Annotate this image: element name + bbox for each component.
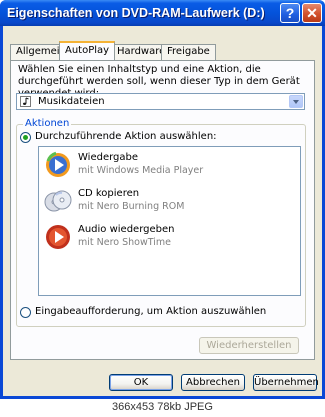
apply-button[interactable]: Übernehmen (253, 374, 319, 391)
action-title: Wiedergabe (78, 152, 139, 163)
cd-copy-icon (44, 190, 72, 212)
cancel-button[interactable]: Abbrechen (181, 374, 245, 391)
nero-showtime-icon (46, 225, 70, 249)
tab-autoplay[interactable]: AutoPlay (59, 41, 116, 60)
action-subtitle: mit Nero ShowTime (78, 237, 172, 248)
window-title: Eigenschaften von DVD-RAM-Laufwerk (D:) (7, 6, 265, 20)
action-title: Audio wiedergeben (78, 224, 175, 235)
content-type-value: Musikdateien (38, 96, 105, 107)
help-button[interactable]: ? (280, 3, 300, 23)
media-player-icon (46, 151, 70, 177)
action-item-wiedergabe[interactable]: Wiedergabe mit Windows Media Player (44, 151, 294, 181)
prompt-action-label[interactable]: Eingabeaufforderung, um Aktion auszuwähl… (35, 306, 266, 318)
chevron-down-icon[interactable] (289, 95, 303, 108)
music-file-icon (20, 96, 31, 107)
prompt-action-radio[interactable] (20, 307, 31, 318)
select-action-label[interactable]: Durchzuführende Aktion auswählen: (35, 131, 217, 143)
tab-freigabe[interactable]: Freigabe (161, 44, 216, 60)
actions-list[interactable]: Wiedergabe mit Windows Media Player CD k… (38, 146, 301, 296)
properties-dialog: Eigenschaften von DVD-RAM-Laufwerk (D:) … (0, 0, 325, 399)
action-item-cd-kopieren[interactable]: CD kopieren mit Nero Burning ROM (44, 187, 294, 217)
title-bar[interactable]: Eigenschaften von DVD-RAM-Laufwerk (D:) … (0, 0, 325, 26)
close-button[interactable]: ✕ (302, 3, 322, 23)
image-caption: 366x453 78kb JPEG (112, 401, 213, 413)
action-subtitle: mit Nero Burning ROM (78, 201, 185, 212)
image-caption-bar: 366x453 78kb JPEG (0, 399, 325, 417)
content-type-select[interactable]: Musikdateien (16, 93, 305, 110)
select-action-radio[interactable] (20, 132, 31, 143)
actions-group-label: Aktionen (23, 118, 72, 130)
ok-button[interactable]: OK (109, 374, 173, 391)
dialog-client-area: Allgemein AutoPlay Hardware Freigabe Wäh… (3, 26, 322, 396)
restore-button[interactable]: Wiederherstellen (199, 337, 299, 354)
action-title: CD kopieren (78, 188, 140, 199)
action-item-audio-wiedergeben[interactable]: Audio wiedergeben mit Nero ShowTime (44, 223, 294, 253)
action-subtitle: mit Windows Media Player (78, 165, 204, 176)
